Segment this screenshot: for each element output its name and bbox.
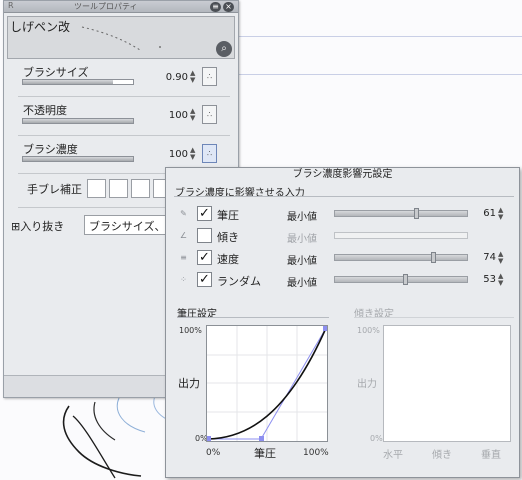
speed-min-spinner[interactable]: ▲ ▼ [498, 251, 503, 265]
input-row-pressure: ✎ ✓ 筆圧 最小値 61 ▲ ▼ [174, 205, 519, 223]
panel-tag: R [8, 1, 14, 10]
pressure-min-spinner[interactable]: ▲ ▼ [498, 207, 503, 221]
brush-density-dynamics-button[interactable]: ∴ [202, 144, 217, 163]
brush-size-value: 0.90 [165, 72, 188, 83]
random-min-label: 最小値 [287, 278, 317, 289]
speed-icon: ≡ [180, 253, 187, 262]
divider [18, 96, 230, 97]
brush-density-source-dialog: ブラシ濃度影響元設定 ブラシ濃度に影響させる入力 ✎ ✓ 筆圧 最小値 61 ▲… [165, 167, 520, 478]
tilt-graph-y-bottom: 0% [370, 434, 383, 443]
slider-thumb[interactable] [403, 274, 408, 285]
tilt-curve-graph [383, 325, 511, 442]
curve-point[interactable] [323, 326, 328, 331]
tilt-graph-y-label: 出力 [357, 379, 377, 390]
brush-preview[interactable]: しげペン改 ⌕ [7, 16, 235, 59]
divider [354, 317, 514, 318]
stabilization-box[interactable] [87, 179, 106, 198]
brush-size-setting: ブラシサイズ 0.90 ▲ ▼ ∴ [18, 63, 230, 99]
taper-label-text: 入り抜き [20, 220, 65, 233]
input-row-speed: ≡ ✓ 速度 最小値 74 ▲ ▼ [174, 249, 519, 267]
opacity-value: 100 [168, 110, 188, 121]
pressure-graph-x-label: 筆圧 [254, 447, 276, 460]
random-min-value: 53 [483, 274, 496, 285]
slider-fill [23, 119, 133, 123]
random-checkbox[interactable]: ✓ [197, 272, 212, 287]
panel-menu-icon[interactable]: ≡ [210, 2, 221, 12]
tilt-checkbox[interactable] [197, 228, 212, 243]
tilt-min-slider [334, 232, 468, 239]
input-row-random: ⁘ ✓ ランダム 最小値 53 ▲ ▼ [174, 271, 519, 289]
canvas-guide-line [232, 74, 522, 75]
brush-size-dynamics-button[interactable]: ∴ [202, 67, 217, 86]
brush-density-spinner[interactable]: ▲ ▼ [190, 147, 198, 161]
tilt-graph-y-top: 100% [357, 326, 380, 335]
stabilization-boxes[interactable] [87, 179, 172, 198]
pressure-curve-graph[interactable] [206, 325, 328, 442]
speed-min-value: 74 [483, 252, 496, 263]
tilt-min-label: 最小値 [287, 234, 317, 245]
opacity-dynamics-button[interactable]: ∴ [202, 105, 217, 124]
brush-size-slider[interactable] [22, 79, 134, 85]
brush-density-value: 100 [168, 149, 188, 160]
taper-label[interactable]: ⊞入り抜き [11, 218, 64, 234]
tilt-icon: ∠ [179, 231, 188, 240]
speed-min-slider[interactable] [334, 252, 468, 263]
dialog-title: ブラシ濃度影響元設定 [292, 169, 393, 180]
speed-checkbox[interactable]: ✓ [197, 250, 212, 265]
divider [174, 196, 514, 197]
panel-title: ツールプロパティ [74, 2, 138, 11]
pressure-checkbox[interactable]: ✓ [197, 206, 212, 221]
pressure-graph-x-left: 0% [206, 448, 221, 458]
pressure-graph-y-label: 出力 [178, 377, 200, 390]
divider [177, 317, 329, 318]
opacity-spinner[interactable]: ▲ ▼ [190, 108, 198, 122]
pressure-label: 筆圧 [217, 209, 239, 222]
panel-titlebar[interactable]: R ツールプロパティ ≡ × [4, 1, 238, 13]
opacity-setting: 不透明度 100 ▲ ▼ ∴ [18, 101, 230, 137]
curve-point[interactable] [259, 436, 264, 441]
random-label: ランダム [217, 275, 261, 288]
random-min-spinner[interactable]: ▲ ▼ [498, 273, 503, 287]
opacity-slider[interactable] [22, 118, 134, 124]
slider-fill [23, 157, 133, 161]
speed-min-label: 最小値 [287, 256, 317, 267]
brush-density-label: ブラシ濃度 [23, 143, 78, 156]
pressure-min-slider[interactable] [334, 208, 468, 219]
stabilization-box[interactable] [131, 179, 150, 198]
canvas-guide-line [232, 36, 522, 37]
pressure-icon: ✎ [180, 209, 187, 218]
pressure-graph-y-top: 100% [179, 326, 202, 335]
tilt-label: 傾き [217, 231, 239, 244]
pressure-min-value: 61 [483, 208, 496, 219]
stabilization-box[interactable] [109, 179, 128, 198]
divider [18, 135, 230, 136]
curve-point[interactable] [206, 436, 211, 441]
random-icon: ⁘ [180, 275, 187, 284]
brush-size-label: ブラシサイズ [23, 66, 89, 79]
slider-fill [23, 80, 114, 84]
brush-density-slider[interactable] [22, 156, 134, 162]
stabilization-label: 手ブレ補正 [27, 183, 82, 196]
brush-stroke-preview [81, 26, 161, 51]
pressure-min-label: 最小値 [287, 212, 317, 223]
slider-thumb[interactable] [414, 208, 419, 219]
random-min-slider[interactable] [334, 274, 468, 285]
speed-label: 速度 [217, 253, 239, 266]
opacity-label: 不透明度 [23, 104, 67, 117]
input-row-tilt: ∠ 傾き 最小値 [174, 227, 519, 245]
tilt-graph-x-tilt: 傾き [432, 450, 452, 461]
pressure-curve[interactable] [206, 326, 328, 441]
brush-size-spinner[interactable]: ▲ ▼ [190, 70, 198, 84]
tilt-graph-x-vertical: 垂直 [481, 450, 501, 461]
panel-close-icon[interactable]: × [223, 2, 234, 12]
slider-thumb[interactable] [431, 252, 436, 263]
tilt-graph-x-horizontal: 水平 [383, 450, 403, 461]
pressure-graph-x-right: 100% [303, 448, 329, 458]
magnifier-icon[interactable]: ⌕ [216, 41, 232, 57]
